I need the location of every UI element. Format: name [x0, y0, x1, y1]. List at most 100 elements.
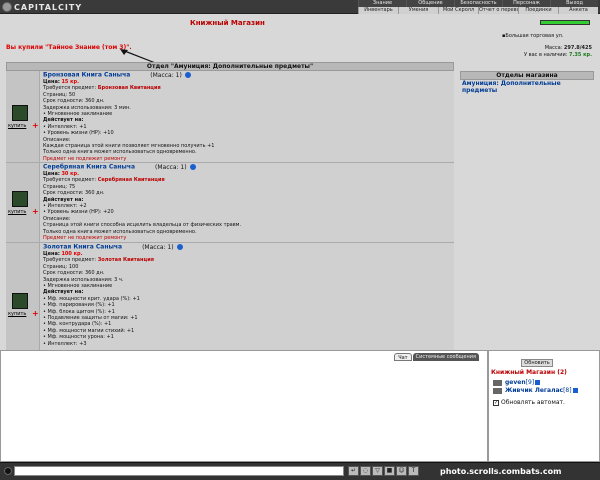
department-header: Отдел "Амуниция: Дополнительные предметы…	[6, 62, 454, 71]
user-level: [9]	[525, 379, 535, 386]
price-label: Цена:	[43, 78, 60, 85]
top-bar: CAPITALCITY Знание Общение Безопасность …	[0, 0, 600, 14]
menu-character[interactable]: Персонаж	[502, 0, 550, 7]
save-icon[interactable]: ■	[384, 466, 395, 476]
filter-icon[interactable]: ▽	[372, 466, 383, 476]
mass-value: 297.8/425	[563, 45, 592, 51]
user-entry[interactable]: Живчик Легалас[8]	[493, 387, 578, 394]
departments-header: Отделы магазина	[460, 71, 594, 80]
logo-text: CAPITALCITY	[14, 2, 83, 12]
list-item: купить + Бронзовая Книга Саныча (Масса: 1…	[6, 71, 454, 163]
required-item[interactable]: Бронзовая Квитанция	[98, 85, 161, 91]
money-stat: У вас в наличии: 7.35 кр.	[524, 52, 592, 58]
smiles-icon[interactable]: ☺	[396, 466, 407, 476]
user-name[interactable]: Живчик Легалас	[505, 387, 563, 394]
buy-column: купить +	[6, 71, 40, 162]
req-label: Требуется предмет:	[43, 177, 97, 184]
repair-warning: Предмет не подлежит ремонту	[43, 234, 127, 241]
buy-button[interactable]: купить	[8, 209, 26, 215]
department-link[interactable]: Амуниция: Дополнительные предметы	[460, 80, 594, 94]
req-label: Требуется предмет:	[43, 85, 97, 92]
menu-row-1: Знание Общение Безопасность Персонаж Вых…	[358, 0, 598, 7]
chat-input[interactable]	[14, 466, 344, 476]
main-menu: Знание Общение Безопасность Персонаж Вых…	[358, 0, 598, 14]
item-name[interactable]: Золотая Книга Саныча	[43, 244, 122, 251]
room-name: Книжный Магазин (2)	[491, 369, 567, 376]
chat-tabs: Чат Системные сообщения	[394, 353, 479, 361]
book-gold-icon	[12, 293, 28, 309]
tab-system-messages[interactable]: Системные сообщения	[412, 353, 479, 361]
plus-icon[interactable]: +	[32, 208, 39, 216]
list-item: купить + Серебряная Книга Саныча (Масса: …	[6, 163, 454, 243]
auto-refresh[interactable]: ✓ Обновлять автомат.	[493, 399, 565, 406]
refresh-button[interactable]: Обновить	[521, 359, 553, 367]
info-icon[interactable]	[189, 164, 196, 170]
location-text: Большая торговая ул.	[505, 33, 564, 39]
mass-label: Масса:	[544, 45, 563, 51]
book-silver-icon	[12, 191, 28, 207]
emblem-icon	[2, 2, 12, 12]
location-link[interactable]: ▪Большая торговая ул.	[502, 33, 563, 39]
info-icon[interactable]	[535, 380, 541, 385]
item-name[interactable]: Серебряная Книга Саныча	[43, 164, 135, 171]
req-label: Требуется предмет:	[43, 257, 97, 264]
menu-row-2: Инвентарь Умения Мой Скролл Отчет о пере…	[358, 7, 598, 14]
departments-panel: Отделы магазина Амуниция: Дополнительные…	[460, 71, 594, 94]
info-icon[interactable]	[176, 244, 183, 250]
user-level: [8]	[563, 387, 572, 394]
menu-my-scroll[interactable]: Мой Скролл	[438, 7, 478, 14]
clear-icon[interactable]: ◌	[360, 466, 371, 476]
watermark: photo.scrolls.combats.com	[440, 467, 562, 476]
info-icon[interactable]	[184, 72, 191, 78]
send-icon[interactable]: ↵	[348, 466, 359, 476]
buy-button[interactable]: купить	[8, 311, 26, 317]
item-mass: (Масса: 1)	[155, 163, 187, 171]
book-bronze-icon	[12, 105, 28, 121]
user-entry[interactable]: geven[9]	[493, 379, 541, 386]
bottom-toolbar: ↵ ◌ ▽ ■ ☺ T	[348, 466, 419, 476]
plus-icon[interactable]: +	[32, 310, 39, 318]
required-item[interactable]: Серебряная Квитанция	[98, 177, 165, 183]
menu-inventory[interactable]: Инвентарь	[358, 7, 398, 14]
money-value: 7.35 кр.	[569, 52, 592, 58]
menu-fights[interactable]: Поединки	[518, 7, 558, 14]
buy-column: купить +	[6, 163, 40, 242]
online-list: Обновить Книжный Магазин (2) geven[9] Жи…	[488, 350, 600, 462]
price-label: Цена:	[43, 250, 60, 257]
effect-line: • Интеллект: +3	[43, 340, 87, 347]
info-icon[interactable]	[572, 388, 578, 393]
plus-icon[interactable]: +	[32, 122, 39, 130]
menu-profile[interactable]: Анкета	[558, 7, 598, 14]
menu-exit[interactable]: Выход	[550, 0, 598, 7]
clan-icon	[493, 379, 502, 386]
purchase-message: Вы купили "Тайное Знание (том 3)".	[6, 44, 132, 51]
price-label: Цена:	[43, 170, 60, 177]
bottom-bar: ↵ ◌ ▽ ■ ☺ T photo.scrolls.combats.com	[0, 462, 600, 480]
required-item[interactable]: Золотая Квитанция	[98, 257, 154, 263]
hp-bar-fill	[541, 21, 589, 24]
item-list[interactable]: купить + Бронзовая Книга Саныча (Масса: 1…	[6, 71, 454, 350]
item-mass: (Масса: 1)	[150, 71, 182, 79]
tab-chat[interactable]: Чат	[394, 353, 412, 361]
menu-skills[interactable]: Умения	[398, 7, 438, 14]
menu-knowledge[interactable]: Знание	[358, 0, 406, 7]
menu-security[interactable]: Безопасность	[454, 0, 502, 7]
menu-communication[interactable]: Общение	[406, 0, 454, 7]
item-price: 100 кр.	[61, 250, 83, 257]
auto-refresh-checkbox[interactable]: ✓	[493, 399, 499, 406]
user-name[interactable]: geven	[505, 379, 526, 386]
item-name[interactable]: Бронзовая Книга Саныча	[43, 72, 130, 79]
translit-icon[interactable]: T	[408, 466, 419, 476]
auto-refresh-label: Обновлять автомат.	[501, 399, 565, 406]
item-price: 15 кр.	[61, 78, 80, 85]
money-label: У вас в наличии:	[524, 52, 568, 58]
chat-window[interactable]: Чат Системные сообщения	[0, 350, 488, 462]
clan-icon	[493, 387, 502, 394]
menu-transfer-report[interactable]: Отчет о переводах	[478, 7, 518, 14]
status-dot-icon[interactable]	[4, 467, 12, 475]
buy-button[interactable]: купить	[8, 123, 26, 129]
capitalcity-logo: CAPITALCITY	[2, 1, 88, 13]
item-mass: (Масса: 1)	[142, 243, 174, 251]
main-area: Книжный Магазин Вы купили "Тайное Знание…	[0, 14, 600, 350]
page-title: Книжный Магазин	[190, 19, 265, 27]
